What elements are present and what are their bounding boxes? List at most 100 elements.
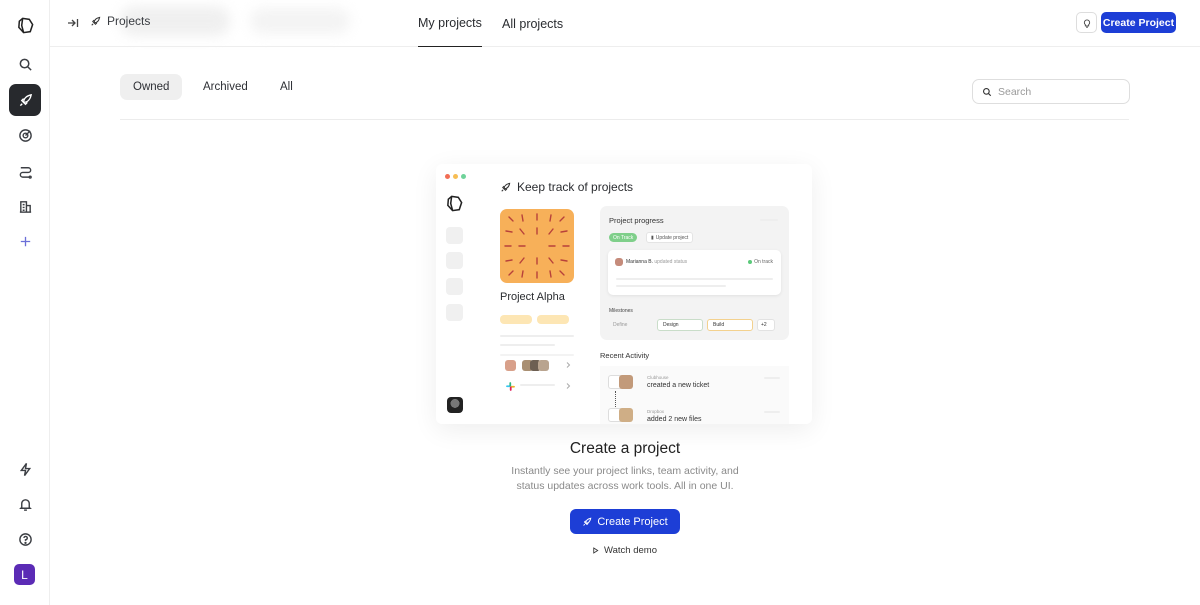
user-avatar[interactable]: L [14,564,35,585]
search-icon [19,58,32,71]
update-user: Marianna B. [626,259,653,265]
illustration-title: Keep track of projects [500,180,633,194]
activity-source: Clubhouse [647,375,669,380]
avatar [538,360,549,371]
placeholder-line [500,354,574,356]
sidebar: L [0,0,50,605]
workspace-logo[interactable] [9,9,41,41]
update-text: updated status [654,259,688,265]
expand-sidebar-icon[interactable] [65,15,81,31]
placeholder-line [520,384,555,386]
filter-owned[interactable]: Owned [120,74,183,100]
chevron-right-icon [566,383,571,389]
avatar [619,408,633,422]
activity-source: Dropbox [647,409,665,414]
pattern-graphic [504,213,570,279]
tag-pill [537,315,569,324]
sidebar-item-notifications[interactable] [9,488,41,520]
sidebar-item-add[interactable] [9,225,41,257]
milestones-label: Milestones [609,308,633,314]
breadcrumb-label: Projects [107,14,151,28]
empty-state-title: Create a project [569,440,681,457]
milestone-more: +2 [757,319,775,331]
milestone-build: Build [707,319,753,331]
milestone-label: +2 [761,322,767,328]
rocket-icon [583,517,592,526]
milestone-define: Define [608,319,653,331]
sidebar-item-goals[interactable] [9,119,41,151]
create-project-cta-button[interactable]: Create Project [570,509,680,534]
plus-icon [20,236,30,246]
activity-text: created a new ticket [647,382,710,389]
project-tile-image [500,209,574,283]
route-icon [19,166,32,179]
sidebar-item-company[interactable] [9,190,41,222]
chart-icon: ▮ [651,234,654,241]
tag-pill [500,315,532,324]
rocket-icon [91,16,101,26]
slack-icon [506,382,515,391]
sidebar-item-search[interactable] [9,48,41,80]
search-placeholder: Search [998,85,1032,98]
update-label: Update project [655,234,689,241]
progress-title: Project progress [609,216,664,225]
logo-icon [17,17,33,33]
top-bar: Projects My projects All projects Create… [50,0,1200,47]
avatar [615,258,623,266]
placeholder-nav-item [446,252,463,269]
play-icon [593,547,599,554]
tips-button[interactable] [1076,12,1097,33]
tab-my-projects[interactable]: My projects [418,0,482,47]
placeholder-nav-item [446,304,463,321]
connector [615,391,616,407]
avatar [447,397,463,413]
placeholder-line [760,219,778,221]
placeholder-line [764,411,780,413]
watch-demo-link[interactable]: Watch demo [592,545,657,556]
placeholder-line [500,344,555,346]
empty-state-description: Instantly see your project links, team a… [511,465,739,492]
milestone-label: Design [663,322,679,328]
filter-all[interactable]: All [267,74,306,100]
recent-activity-label: Recent Activity [600,351,650,360]
rocket-icon [501,182,511,192]
update-status: On track [748,259,773,265]
chevron-right-icon [566,362,571,368]
avatar [505,360,516,371]
blurred-region [250,8,350,34]
avatar [619,375,633,389]
sidebar-item-projects[interactable] [9,84,41,116]
activity-list: Clubhouse created a new ticket Dropbox a… [600,366,789,424]
divider [120,119,1129,120]
building-icon [19,200,31,213]
placeholder-line [500,335,574,337]
status-dot [748,260,753,264]
placeholder-line [616,285,726,287]
cta-label: Create Project [597,515,668,528]
status-badge: On Track [609,233,638,242]
window-dot-yellow [453,174,458,179]
status-update-card: Marianna B. updated status On track [608,250,781,295]
help-icon [18,532,32,546]
sidebar-item-help[interactable] [9,523,41,555]
create-project-button[interactable]: Create Project [1101,12,1176,33]
filter-archived[interactable]: Archived [190,74,261,100]
lightning-icon [19,462,31,476]
logo-icon [447,195,463,212]
tab-all-projects[interactable]: All projects [502,0,563,47]
update-line: Marianna B. updated status [626,259,687,265]
milestone-label: Build [713,322,725,328]
rocket-icon [19,93,32,106]
update-status-text: On track [754,259,773,265]
lightbulb-icon [1083,18,1090,28]
sidebar-item-flows[interactable] [9,155,41,187]
target-icon [18,128,32,142]
search-input[interactable]: Search [972,79,1130,104]
breadcrumb[interactable]: Projects [90,14,150,28]
empty-state-illustration: Keep track of projects Project Alpha Pro… [436,164,812,424]
window-dot-green [461,174,466,179]
placeholder-nav-item [446,227,463,244]
milestone-label: Define [613,322,628,328]
placeholder-line [764,377,780,379]
activity-text: added 2 new files [647,416,702,423]
